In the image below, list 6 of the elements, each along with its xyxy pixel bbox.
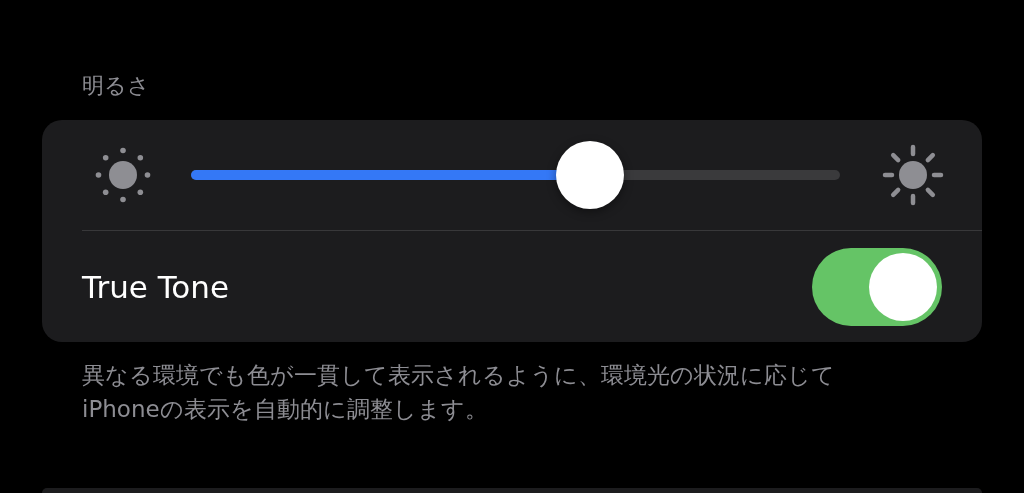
setting-label: True Tone xyxy=(82,268,230,305)
bright-sun-icon xyxy=(882,144,944,206)
footer-description: 異なる環境でも色が一貫して表示されるように、環境光の状況に応じてiPhoneの表示を自動的に調整します。 xyxy=(82,361,836,424)
brightness-slider[interactable] xyxy=(191,141,840,209)
dim-sun-icon xyxy=(95,147,151,203)
section-header: 明るさ xyxy=(82,72,150,100)
